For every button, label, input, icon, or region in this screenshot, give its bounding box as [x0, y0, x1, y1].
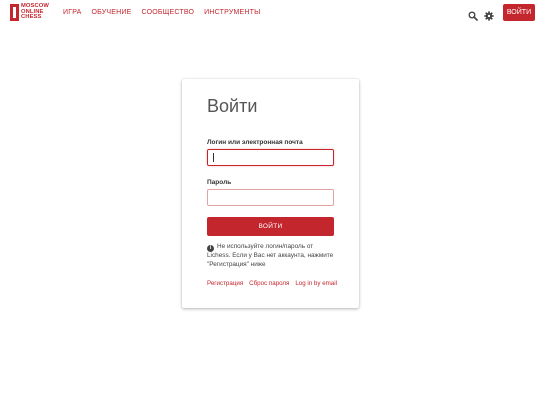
info-icon: i [207, 245, 214, 252]
login-links: Регистрация Сброс пароля Log in by email [207, 280, 337, 287]
top-header: MOSCOW ONLINE CHESS ИГРА ОБУЧЕНИЕ СООБЩЕ… [0, 0, 540, 26]
login-by-email-link[interactable]: Log in by email [295, 280, 337, 287]
nav-item-play[interactable]: ИГРА [63, 9, 82, 16]
login-card: Войти Логин или электронная почта Пароль… [182, 79, 359, 308]
text-caret [213, 153, 214, 162]
logo-mark-icon [10, 4, 19, 21]
nav-item-community[interactable]: СООБЩЕСТВО [142, 9, 195, 16]
login-notice: i Не используйте логин/пароль от Lichess.… [207, 243, 337, 269]
nav-item-tools[interactable]: ИНСТРУМЕНТЫ [204, 9, 260, 16]
header-login-button[interactable]: ВОЙТИ [503, 4, 535, 21]
nav-item-learn[interactable]: ОБУЧЕНИЕ [92, 9, 132, 16]
gear-icon[interactable] [484, 8, 494, 21]
password-label: Пароль [207, 179, 232, 186]
logo-line-3: CHESS [21, 14, 42, 21]
site-logo[interactable]: MOSCOW ONLINE CHESS [10, 3, 49, 21]
main-nav: ИГРА ОБУЧЕНИЕ СООБЩЕСТВО ИНСТРУМЕНТЫ [63, 9, 261, 16]
username-field[interactable] [207, 149, 334, 166]
logo-text: MOSCOW ONLINE CHESS [21, 3, 49, 21]
notice-text: Не используйте логин/пароль от Lichess. … [207, 243, 334, 268]
page-title: Войти [207, 96, 258, 116]
reset-password-link[interactable]: Сброс пароля [249, 280, 289, 287]
password-field[interactable] [207, 189, 334, 206]
register-link[interactable]: Регистрация [207, 280, 243, 287]
search-icon[interactable] [468, 8, 478, 21]
submit-login-button[interactable]: ВОЙТИ [207, 217, 334, 236]
username-label: Логин или электронная почта [207, 139, 303, 146]
